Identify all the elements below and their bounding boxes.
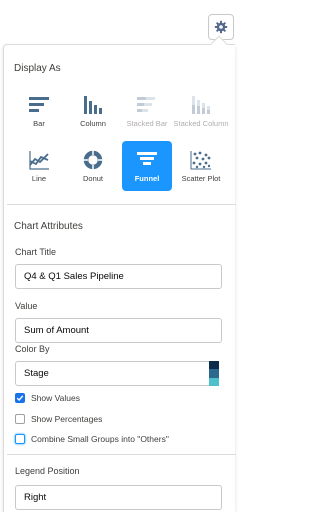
display-option-label: Column — [80, 119, 106, 128]
section-divider — [7, 204, 236, 205]
display-option-scatter-plot[interactable]: Scatter Plot — [176, 141, 226, 191]
color-swatch — [209, 369, 219, 378]
chart-attributes-title: Chart Attributes — [14, 221, 83, 232]
display-option-line[interactable]: Line — [14, 141, 64, 191]
combine-small-groups-checkbox[interactable] — [15, 434, 25, 444]
stacked-bar-chart-icon — [137, 97, 155, 112]
section-divider — [7, 454, 236, 455]
display-option-label: Stacked Column — [173, 119, 229, 128]
display-option-label: Funnel — [134, 174, 160, 183]
combine-small-groups-label: Combine Small Groups into "Others" — [31, 434, 169, 444]
color-by-swatches[interactable] — [209, 361, 219, 386]
line-chart-icon — [29, 151, 49, 170]
display-option-funnel[interactable]: Funnel — [122, 141, 172, 191]
stacked-column-chart-icon — [192, 96, 210, 114]
color-by-select[interactable]: Stage — [15, 361, 211, 386]
color-swatch — [209, 377, 219, 386]
display-option-label: Line — [31, 174, 47, 183]
display-option-stacked-column[interactable]: Stacked Column — [173, 86, 229, 136]
color-swatch — [209, 361, 219, 370]
combine-small-groups-row[interactable]: Combine Small Groups into "Others" — [15, 433, 169, 445]
show-values-label: Show Values — [31, 393, 80, 403]
display-option-label: Scatter Plot — [181, 174, 221, 183]
funnel-chart-icon — [137, 152, 157, 165]
display-option-donut[interactable]: Donut — [68, 141, 118, 191]
legend-position-label: Legend Position — [15, 466, 80, 476]
legend-position-select[interactable]: Right — [15, 485, 222, 510]
gear-icon — [214, 20, 228, 34]
chart-settings-panel: Display As Bar Column Stacked Bar Stacke… — [3, 44, 236, 512]
value-label: Value — [15, 301, 38, 311]
show-percentages-row[interactable]: Show Percentages — [15, 413, 102, 425]
checkmark-icon — [16, 395, 24, 402]
chart-title-input[interactable]: Q4 & Q1 Sales Pipeline — [15, 264, 222, 289]
column-chart-icon — [84, 96, 102, 114]
value-select[interactable]: Sum of Amount — [15, 318, 222, 343]
display-option-bar[interactable]: Bar — [14, 86, 64, 136]
show-percentages-checkbox[interactable] — [15, 414, 25, 424]
bar-chart-icon — [29, 97, 49, 112]
display-option-stacked-bar[interactable]: Stacked Bar — [122, 86, 172, 136]
display-option-label: Donut — [82, 174, 103, 183]
settings-button[interactable] — [208, 14, 234, 40]
header-bar — [0, 0, 235, 44]
donut-chart-icon — [83, 150, 103, 170]
show-percentages-label: Show Percentages — [31, 414, 103, 424]
color-by-label: Color By — [15, 344, 50, 354]
chart-title-label: Chart Title — [15, 247, 57, 257]
display-option-column[interactable]: Column — [68, 86, 118, 136]
display-option-label: Bar — [33, 119, 45, 128]
display-option-label: Stacked Bar — [126, 119, 168, 128]
show-values-checkbox[interactable] — [15, 393, 25, 403]
scatter-plot-icon — [190, 151, 211, 170]
display-as-title: Display As — [14, 63, 61, 74]
show-values-row[interactable]: Show Values — [15, 392, 80, 404]
